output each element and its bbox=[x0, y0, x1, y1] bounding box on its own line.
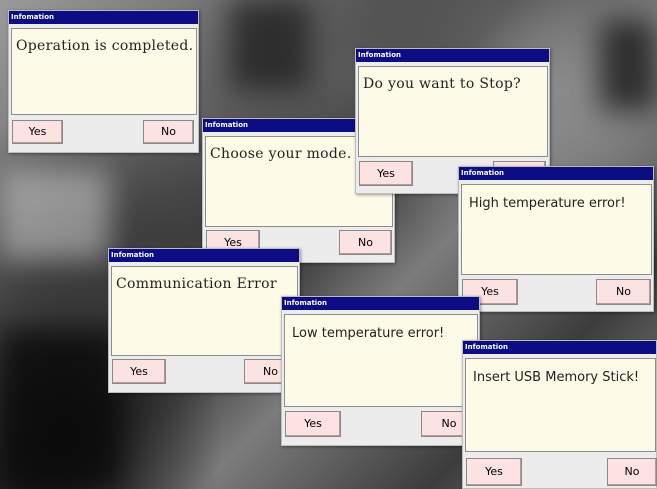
dialog-title: Infomation bbox=[459, 167, 653, 180]
dialog-low-temperature: Infomation Low temperature error! Yes No bbox=[281, 296, 480, 446]
dialog-message: High temperature error! bbox=[461, 184, 652, 275]
background-shape bbox=[230, 0, 310, 90]
dialog-title: Infomation bbox=[109, 249, 299, 262]
dialog-communication-error: Infomation Communication Error Yes No bbox=[108, 248, 300, 393]
background-shape bbox=[0, 170, 110, 260]
background-shape bbox=[0, 330, 120, 489]
dialog-message: Communication Error bbox=[111, 266, 298, 356]
yes-button[interactable]: Yes bbox=[12, 120, 63, 144]
dialog-message: Do you want to Stop? bbox=[358, 66, 548, 157]
no-button[interactable]: No bbox=[339, 230, 392, 255]
background-shape bbox=[600, 20, 657, 110]
dialog-title: Infomation bbox=[463, 341, 656, 354]
no-button[interactable]: No bbox=[596, 279, 651, 305]
dialog-title: Infomation bbox=[282, 297, 479, 310]
dialog-insert-usb: Infomation Insert USB Memory Stick! Yes … bbox=[462, 340, 657, 489]
dialog-title: Infomation bbox=[356, 49, 549, 62]
dialog-operation-completed: Infomation Operation is completed. Yes N… bbox=[8, 10, 199, 153]
no-button[interactable]: No bbox=[143, 120, 194, 144]
yes-button[interactable]: Yes bbox=[466, 458, 522, 486]
yes-button[interactable]: Yes bbox=[112, 359, 166, 384]
dialog-high-temperature: Infomation High temperature error! Yes N… bbox=[458, 166, 654, 312]
dialog-message: Low temperature error! bbox=[284, 314, 478, 407]
yes-button[interactable]: Yes bbox=[285, 411, 341, 437]
no-button[interactable]: No bbox=[607, 458, 657, 486]
yes-button[interactable]: Yes bbox=[359, 161, 413, 186]
dialog-title: Infomation bbox=[9, 11, 198, 24]
dialog-message: Operation is completed. bbox=[11, 28, 197, 115]
dialog-message: Insert USB Memory Stick! bbox=[465, 358, 656, 452]
